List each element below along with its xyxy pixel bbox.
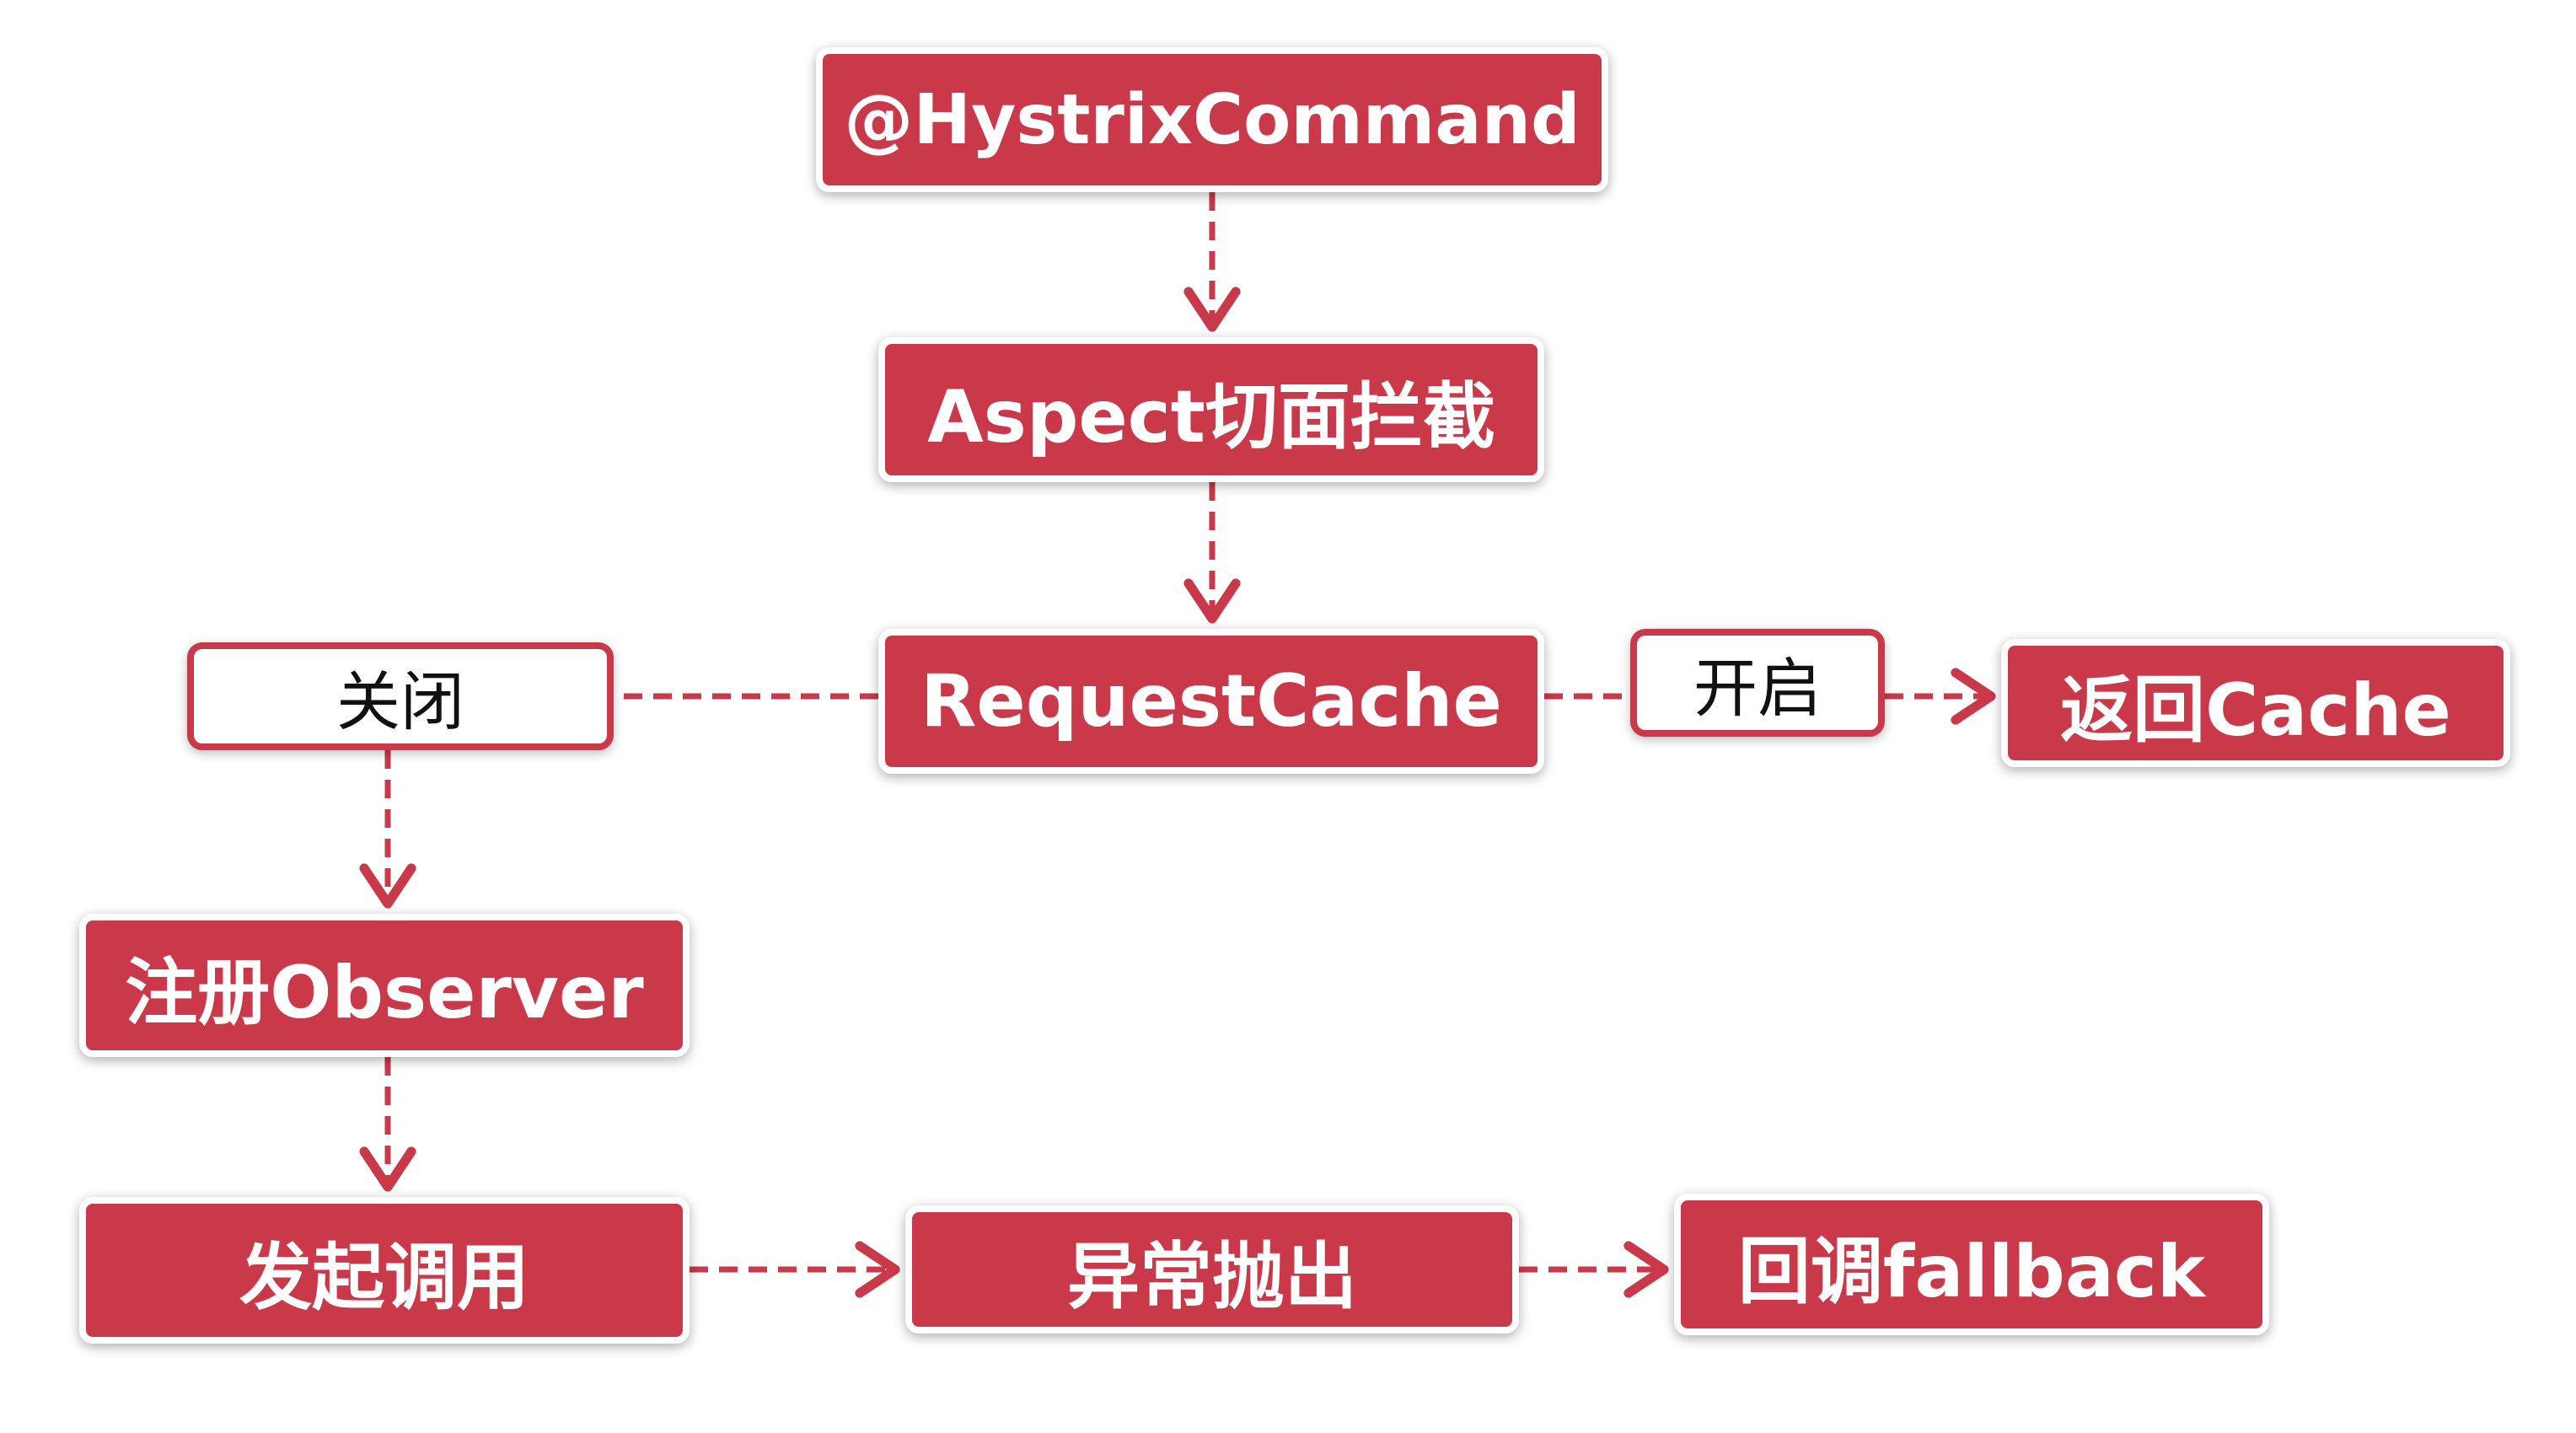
invoke-call-node: 发起调用 <box>79 1197 690 1344</box>
flow-diagram: @HystrixCommand Aspect切面拦截 RequestCache … <box>0 0 2576 1433</box>
fallback-callback-node: 回调fallback <box>1674 1194 2269 1335</box>
return-cache-node: 返回Cache <box>2001 639 2510 767</box>
aspect-intercept-node: Aspect切面拦截 <box>878 337 1544 482</box>
cache-open-label: 开启 <box>1630 629 1885 737</box>
exception-thrown-node: 异常抛出 <box>905 1205 1519 1334</box>
cache-closed-label: 关闭 <box>187 642 614 750</box>
request-cache-node: RequestCache <box>878 629 1544 774</box>
hystrix-command-node: @HystrixCommand <box>816 47 1608 192</box>
register-observer-node: 注册Observer <box>79 914 690 1057</box>
